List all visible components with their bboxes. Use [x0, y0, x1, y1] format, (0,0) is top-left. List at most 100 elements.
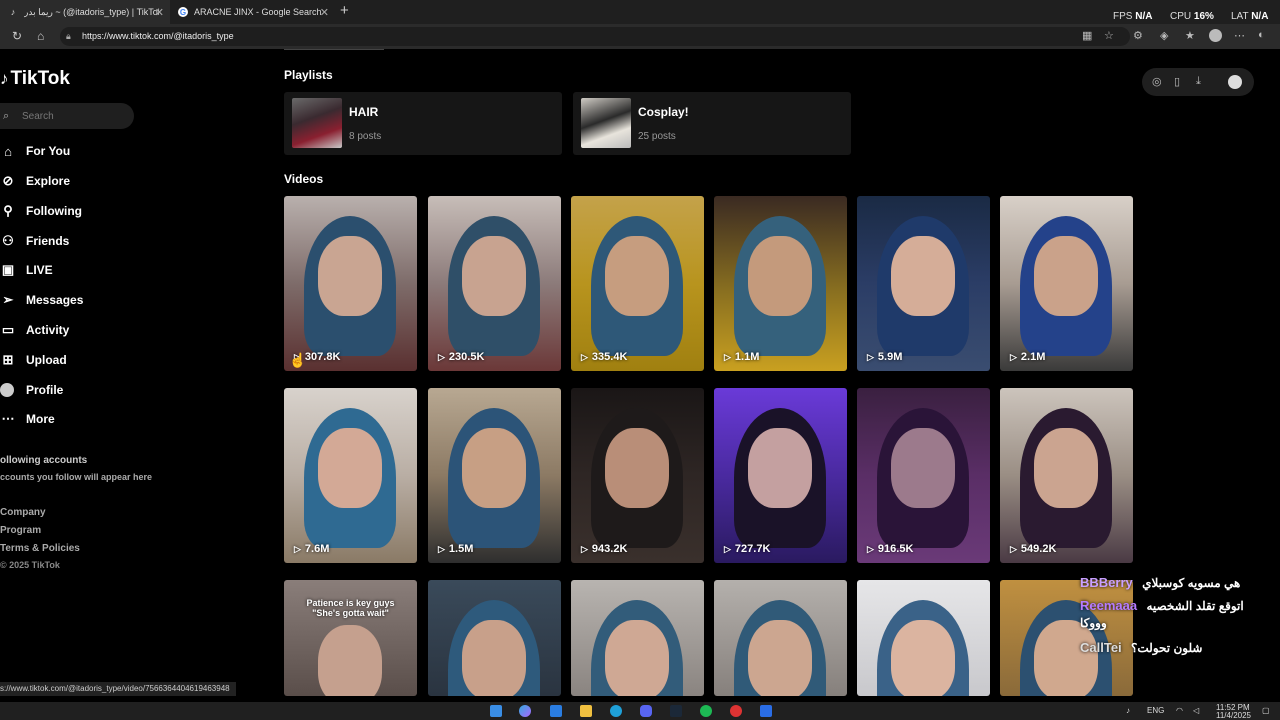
- sidebar-item-friends[interactable]: ⚇ Friends: [0, 231, 69, 251]
- chat-text: شلون تحولت؟: [1131, 641, 1203, 655]
- spotify-icon[interactable]: [700, 705, 712, 717]
- url-input[interactable]: 🔒︎ https://www.tiktok.com/@itadoris_type: [60, 27, 1130, 46]
- close-icon[interactable]: ✕: [320, 6, 329, 19]
- mic-icon[interactable]: ♪: [1126, 706, 1130, 715]
- video-card[interactable]: ▷ 230.5K: [428, 196, 561, 371]
- sidebar-item-activity[interactable]: ▭ Activity: [0, 320, 70, 340]
- footer-link-company[interactable]: Company: [0, 507, 46, 518]
- discord-icon[interactable]: [640, 705, 652, 717]
- video-card[interactable]: [714, 580, 847, 696]
- sidebar-item-label: Friends: [26, 234, 70, 248]
- extensions-icon[interactable]: ⚙: [1133, 29, 1143, 42]
- shield-icon[interactable]: ◈: [1160, 29, 1168, 42]
- copyright: © 2025 TikTok: [0, 560, 60, 570]
- video-card[interactable]: ▷ 1.5M: [428, 388, 561, 563]
- playlist-thumbnail: [581, 98, 631, 148]
- sidebar-item-more[interactable]: ⋯ More: [0, 409, 55, 429]
- playlist-count: 8 posts: [349, 131, 382, 142]
- sidebar-item-upload[interactable]: ⊞ Upload: [0, 350, 67, 370]
- play-icon: ▷: [724, 351, 731, 362]
- video-card[interactable]: [571, 580, 704, 696]
- video-thumbnail: [891, 620, 955, 696]
- video-thumbnail: [462, 236, 526, 316]
- sidebar-item-label: Messages: [26, 293, 84, 307]
- video-thumbnail: [748, 428, 812, 508]
- chat-user: BBBerry: [1080, 575, 1133, 590]
- reader-icon[interactable]: ▦: [1082, 29, 1092, 42]
- video-thumbnail: [605, 620, 669, 696]
- video-thumbnail: [891, 428, 955, 508]
- playlist-card-hair[interactable]: HAIR 8 posts: [284, 92, 562, 155]
- sidebar-item-messages[interactable]: ➢ Messages: [0, 290, 84, 310]
- following-accounts-note: ccounts you follow will appear here: [0, 472, 153, 482]
- edge-icon[interactable]: [610, 705, 622, 717]
- video-card[interactable]: ▷ 943.2K: [571, 388, 704, 563]
- favorite-star-icon[interactable]: ☆: [1104, 29, 1114, 42]
- sidebar-item-label: More: [26, 412, 55, 426]
- notification-icon[interactable]: ▢: [1262, 706, 1270, 715]
- sidebar-item-label: Profile: [26, 383, 64, 397]
- more-icon: ⋯: [1, 411, 15, 426]
- video-thumbnail: [1034, 620, 1098, 696]
- steam-icon[interactable]: [670, 705, 682, 717]
- reload-icon[interactable]: ↻: [12, 29, 22, 43]
- windows-start-icon[interactable]: [490, 705, 502, 717]
- wifi-icon[interactable]: ◠: [1176, 706, 1183, 715]
- language-indicator[interactable]: ENG: [1147, 706, 1164, 715]
- copilot-icon[interactable]: ◐: [1258, 29, 1265, 41]
- volume-icon[interactable]: ◁: [1193, 706, 1199, 715]
- device-icon[interactable]: ▯: [1174, 75, 1180, 88]
- folder-icon[interactable]: [580, 705, 592, 717]
- sidebar-item-label: LIVE: [26, 263, 53, 277]
- video-card[interactable]: ▷ 727.7K: [714, 388, 847, 563]
- video-card[interactable]: [857, 580, 990, 696]
- video-card[interactable]: ▷ 549.2K: [1000, 388, 1133, 563]
- video-card[interactable]: [428, 580, 561, 696]
- view-count: ▷ 1.1M: [724, 351, 760, 363]
- store-icon[interactable]: [550, 705, 562, 717]
- tab-label: ريما بدر ~ (@itadoris_type) | TikTok: [24, 6, 159, 17]
- sidebar-item-profile[interactable]: Profile: [0, 380, 63, 400]
- video-thumbnail: [605, 236, 669, 316]
- play-icon: ▷: [581, 543, 588, 554]
- footer-link-terms[interactable]: Terms & Policies: [0, 543, 80, 554]
- footer-link-program[interactable]: Program: [0, 525, 41, 536]
- clock[interactable]: 11:52 PM 11/4/2025: [1216, 704, 1251, 720]
- video-card[interactable]: ▷ 5.9M: [857, 196, 990, 371]
- sidebar-item-live[interactable]: ▣ LIVE: [0, 260, 53, 280]
- menu-icon[interactable]: ⋯: [1234, 29, 1245, 42]
- chrome-icon[interactable]: [730, 705, 742, 717]
- video-thumbnail: [1034, 428, 1098, 508]
- video-card[interactable]: ▷ 916.5K: [857, 388, 990, 563]
- google-icon: G: [178, 7, 188, 17]
- scroll-icon[interactable]: ◎: [1152, 75, 1162, 88]
- tab-tiktok[interactable]: ♪ ريما بدر ~ (@itadoris_type) | TikTok ✕: [0, 0, 170, 24]
- home-icon[interactable]: ⌂: [37, 29, 44, 43]
- app-icon[interactable]: [760, 705, 772, 717]
- avatar-icon: [0, 383, 14, 397]
- tiktok-logo[interactable]: ♪ TikTok: [0, 68, 70, 90]
- new-tab-icon[interactable]: +: [340, 2, 349, 19]
- video-card[interactable]: ▷ 7.6M: [284, 388, 417, 563]
- download-icon[interactable]: ⤓: [1196, 75, 1201, 88]
- playlist-card-cosplay[interactable]: Cosplay! 25 posts: [573, 92, 851, 155]
- video-card[interactable]: ▷ 307.8K: [284, 196, 417, 371]
- favorites-icon[interactable]: ★: [1185, 29, 1195, 42]
- video-card[interactable]: ▷ 335.4K: [571, 196, 704, 371]
- video-card[interactable]: ▷ 2.1M: [1000, 196, 1133, 371]
- copilot-icon[interactable]: [519, 705, 531, 717]
- search-input[interactable]: ⌕ Search: [0, 103, 134, 129]
- video-card[interactable]: Patience is key guys "She's gotta wait": [284, 580, 417, 696]
- video-card[interactable]: ▷ 1.1M: [714, 196, 847, 371]
- sidebar-item-explore[interactable]: ⊘ Explore: [0, 171, 70, 191]
- close-icon[interactable]: ✕: [155, 6, 164, 19]
- sidebar-item-following[interactable]: ⚲ Following: [0, 201, 82, 221]
- sidebar-item-label: Upload: [26, 353, 67, 367]
- play-icon: ▷: [438, 543, 445, 554]
- date: 11/4/2025: [1216, 711, 1251, 720]
- tab-google[interactable]: G ARACNE JINX - Google Search ✕: [170, 0, 335, 24]
- sidebar-item-for-you[interactable]: ⌂ For You: [0, 141, 70, 161]
- avatar[interactable]: [1209, 29, 1222, 42]
- theme-toggle[interactable]: [1228, 75, 1242, 89]
- logo-text: TikTok: [10, 68, 70, 89]
